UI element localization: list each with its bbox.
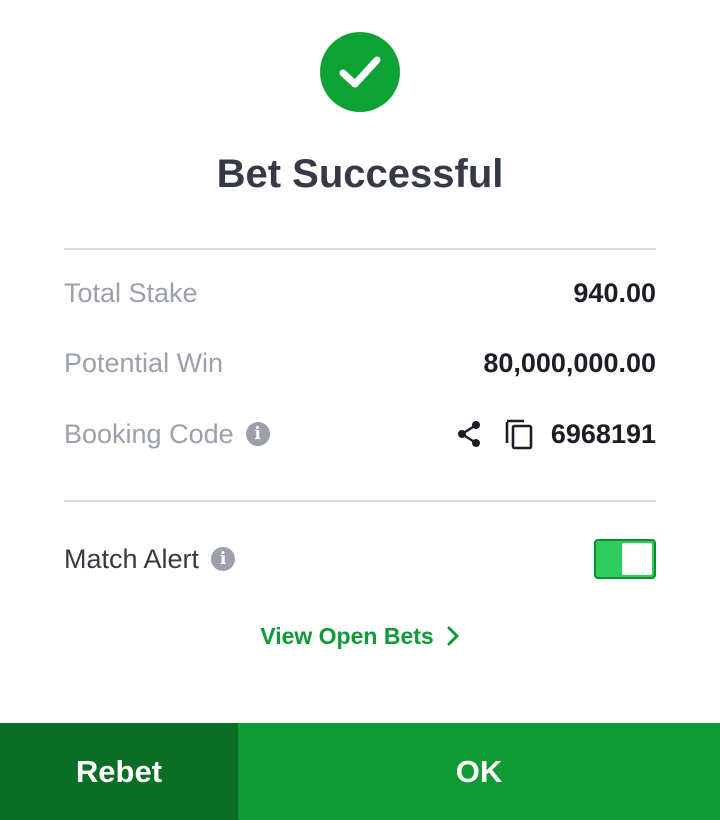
toggle-knob [622, 543, 652, 575]
match-alert-label: Match Alert [64, 543, 200, 574]
divider-top [64, 248, 656, 250]
booking-code-info-icon[interactable]: i [245, 422, 270, 446]
booking-code-label-group: Booking Code i [64, 419, 270, 450]
potential-win-row: Potential Win 80,000,000.00 [64, 343, 656, 383]
match-alert-label-group: Match Alert i [64, 543, 236, 575]
bet-success-dialog: Bet Successful Total Stake 940.00 Potent… [0, 0, 720, 820]
total-stake-value: 940.00 [573, 277, 656, 308]
match-alert-toggle[interactable] [594, 539, 656, 579]
total-stake-row: Total Stake 940.00 [64, 273, 656, 313]
share-icon[interactable] [451, 416, 487, 452]
match-alert-row: Match Alert i [64, 539, 656, 579]
booking-code-row: Booking Code i 6968191 [64, 414, 656, 454]
view-open-bets-link[interactable]: View Open Bets [0, 618, 720, 654]
rebet-button[interactable]: Rebet [0, 723, 238, 820]
potential-win-value: 80,000,000.00 [483, 347, 656, 378]
chevron-right-icon [446, 625, 460, 647]
divider-bottom [64, 500, 656, 502]
action-footer: Rebet OK [0, 723, 720, 820]
page-title: Bet Successful [216, 152, 504, 196]
booking-code-label: Booking Code [64, 418, 234, 449]
booking-code-actions: 6968191 [451, 416, 656, 452]
ok-button[interactable]: OK [238, 723, 720, 820]
view-open-bets-label: View Open Bets [260, 622, 434, 649]
potential-win-label: Potential Win [64, 347, 224, 378]
total-stake-label: Total Stake [64, 277, 198, 308]
success-check-icon [320, 32, 400, 112]
booking-code-value: 6968191 [550, 418, 656, 449]
match-alert-info-icon[interactable]: i [211, 547, 236, 571]
copy-icon[interactable] [501, 416, 537, 452]
